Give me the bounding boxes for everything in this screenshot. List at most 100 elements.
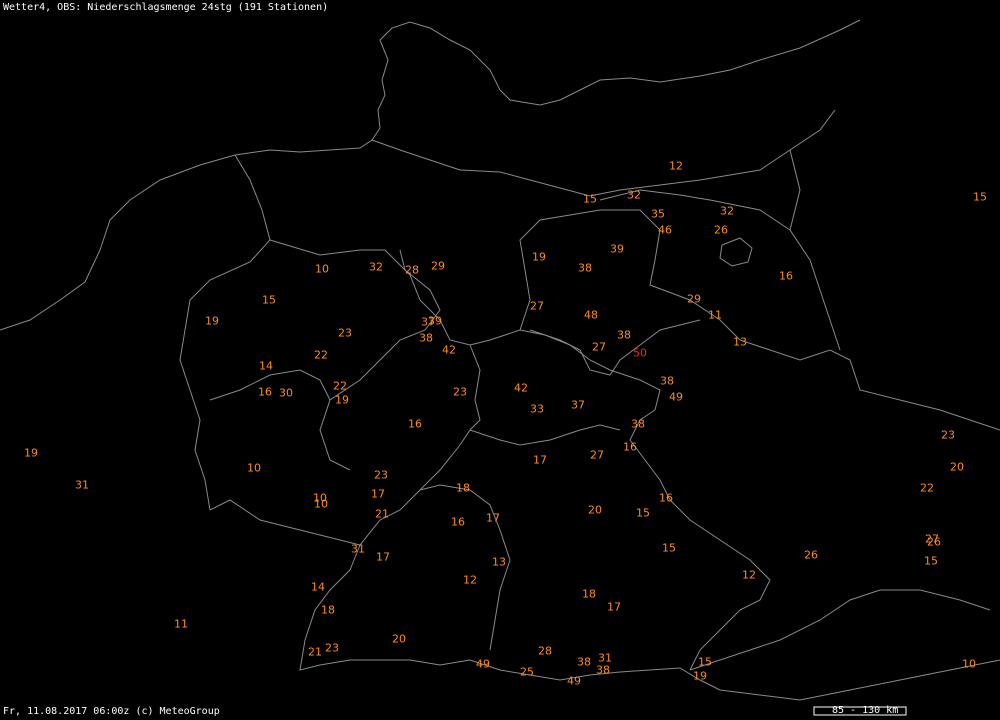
timestamp-footer: Fr, 11.08.2017 06:00z (c) MeteoGroup	[3, 706, 220, 717]
station-value: 32	[720, 204, 734, 218]
station-value: 28	[538, 644, 552, 658]
station-value: 17	[533, 453, 547, 467]
station-value: 19	[24, 446, 38, 460]
station-value: 15	[698, 655, 712, 669]
baltic-coast	[371, 109, 836, 197]
station-value: 18	[321, 603, 335, 617]
station-value: 29	[431, 259, 445, 273]
station-value: 13	[492, 555, 506, 569]
scale-label: 85 - 130 km	[832, 705, 899, 716]
station-value: 23	[325, 641, 339, 655]
station-value: 38	[578, 261, 592, 275]
station-value: 38	[631, 417, 645, 431]
borders-layer	[0, 19, 1000, 716]
station-value: 16	[659, 491, 673, 505]
poland-border	[789, 149, 841, 351]
station-value: 38	[660, 374, 674, 388]
station-value: 38	[596, 663, 610, 677]
netherlands-belgium-border	[179, 154, 271, 511]
precipitation-map: Wetter4, OBS: Niederschlagsmenge 24stg (…	[0, 0, 1000, 720]
station-value: 16	[408, 417, 422, 431]
station-value: 16	[451, 515, 465, 529]
station-value: 15	[262, 293, 276, 307]
station-value: 32	[369, 260, 383, 274]
station-value: 17	[607, 600, 621, 614]
station-value: 23	[941, 428, 955, 442]
inner-state-3	[469, 424, 621, 446]
station-value: 21	[375, 507, 389, 521]
station-value: 27	[592, 340, 606, 354]
station-value: 31	[598, 651, 612, 665]
station-value: 16	[779, 269, 793, 283]
map-title: Wetter4, OBS: Niederschlagsmenge 24stg (…	[3, 2, 329, 13]
station-value: 14	[311, 580, 325, 594]
station-value: 27	[530, 299, 544, 313]
station-value: 18	[456, 481, 470, 495]
station-value: 16	[258, 385, 272, 399]
station-value: 49	[476, 657, 490, 671]
station-value: 19	[693, 669, 707, 683]
station-value: 30	[279, 386, 293, 400]
station-value: 49	[567, 674, 581, 688]
station-value: 12	[742, 568, 756, 582]
station-value: 26	[714, 223, 728, 237]
station-value: 17	[486, 511, 500, 525]
station-value: 26	[804, 548, 818, 562]
station-value: 23	[338, 326, 352, 340]
station-value: 13	[733, 335, 747, 349]
station-value: 28	[405, 263, 419, 277]
station-value: 50	[633, 346, 647, 360]
station-value: 37	[571, 398, 585, 412]
station-value: 38	[419, 331, 433, 345]
south-border	[299, 544, 721, 691]
station-value: 15	[973, 190, 987, 204]
berlin-outline	[719, 237, 753, 267]
station-value: 38	[617, 328, 631, 342]
station-value: 42	[514, 381, 528, 395]
alps-border	[719, 659, 1000, 701]
station-value: 48	[584, 308, 598, 322]
station-value: 22	[314, 348, 328, 362]
station-value: 15	[583, 192, 597, 206]
station-value: 19	[532, 250, 546, 264]
station-value: 22	[333, 379, 347, 393]
station-value: 15	[636, 506, 650, 520]
station-value: 23	[374, 468, 388, 482]
station-value: 22	[920, 481, 934, 495]
station-value: 14	[259, 359, 273, 373]
station-value: 20	[392, 632, 406, 646]
station-value: 11	[708, 308, 722, 322]
station-value: 31	[351, 542, 365, 556]
inner-state-1	[319, 249, 441, 471]
station-value: 42	[442, 343, 456, 357]
station-value: 27	[590, 448, 604, 462]
station-value: 20	[588, 503, 602, 517]
germany-east-border	[519, 329, 771, 671]
station-value: 16	[623, 440, 637, 454]
station-value: 10	[962, 657, 976, 671]
station-value: 10	[315, 262, 329, 276]
station-value: 10	[314, 497, 328, 511]
station-value: 26	[927, 535, 941, 549]
austria-border	[689, 589, 991, 671]
inner-state-2	[529, 319, 701, 376]
czech-border	[739, 339, 1000, 431]
station-value: 21	[308, 645, 322, 659]
station-value: 25	[520, 665, 534, 679]
station-value: 35	[651, 207, 665, 221]
station-value: 19	[205, 314, 219, 328]
station-value: 19	[335, 393, 349, 407]
station-value: 15	[662, 541, 676, 555]
station-value: 17	[376, 550, 390, 564]
station-value: 32	[627, 188, 641, 202]
station-value: 46	[658, 223, 672, 237]
station-value: 18	[582, 587, 596, 601]
station-value: 10	[247, 461, 261, 475]
station-value: 11	[174, 617, 188, 631]
germany-central-border	[209, 344, 481, 546]
station-value: 23	[453, 385, 467, 399]
station-value: 12	[463, 573, 477, 587]
station-value: 12	[669, 159, 683, 173]
station-value: 38	[577, 655, 591, 669]
station-value: 33	[530, 402, 544, 416]
